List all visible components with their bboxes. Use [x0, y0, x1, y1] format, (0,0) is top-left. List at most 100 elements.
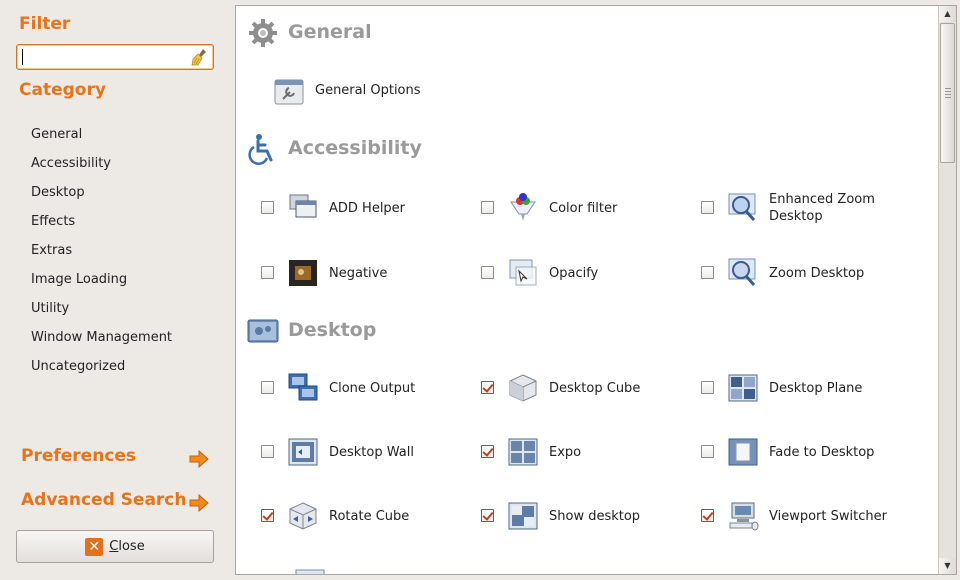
plugin-zoom-desktop[interactable]: Zoom Desktop — [701, 249, 921, 297]
plugin-add-helper[interactable]: ADD Helper — [261, 184, 481, 232]
plugin-desktop-cube[interactable]: Desktop Cube — [481, 364, 701, 412]
clear-broom-icon[interactable] — [191, 48, 209, 66]
negative-label: Negative — [329, 265, 388, 281]
expo-label: Expo — [549, 444, 582, 460]
expo-checkbox[interactable] — [481, 445, 494, 458]
show-desktop-label: Show desktop — [549, 508, 641, 524]
general-options-icon — [274, 79, 304, 105]
plugin-desktop-wall[interactable]: Desktop Wall — [261, 428, 481, 476]
plugin-show-desktop[interactable]: Show desktop — [481, 492, 701, 540]
plugin-enhanced-zoom-desktop[interactable]: Enhanced Zoom Desktop — [701, 184, 921, 232]
desktop-wall-icon — [288, 438, 318, 466]
desktop-wall-checkbox[interactable] — [261, 445, 274, 458]
clone-output-label: Clone Output — [329, 380, 416, 396]
plugin-viewport-switcher[interactable]: Viewport Switcher — [701, 492, 921, 540]
color-filter-icon — [510, 193, 536, 221]
color-filter-label: Color filter — [549, 200, 618, 216]
arrow-right-icon — [189, 494, 209, 512]
section-title: Desktop — [288, 319, 377, 341]
category-item-desktop[interactable]: Desktop — [31, 178, 172, 207]
negative-icon — [289, 260, 317, 286]
section-title: Accessibility — [288, 137, 422, 159]
sidebar: Filter Category General Accessibility Desk… — [0, 0, 232, 580]
viewport-switcher-icon — [729, 502, 759, 531]
plugin-panel: General General Options Accessibility AD… — [235, 5, 957, 575]
show-desktop-checkbox[interactable] — [481, 509, 494, 522]
viewport-switcher-label: Viewport Switcher — [769, 508, 887, 524]
plugin-negative[interactable]: Negative — [261, 249, 481, 297]
enhanced-zoom-icon — [728, 193, 756, 221]
filter-box[interactable] — [16, 44, 214, 70]
plugin-opacify[interactable]: Opacify — [481, 249, 701, 297]
category-item-utility[interactable]: Utility — [31, 294, 172, 323]
opacify-icon — [509, 259, 537, 286]
zoom-desktop-label: Zoom Desktop — [769, 265, 865, 281]
negative-checkbox[interactable] — [261, 266, 274, 279]
plugin-list: General General Options Accessibility AD… — [236, 6, 938, 574]
desktop-wall-label: Desktop Wall — [329, 444, 414, 460]
rotate-cube-icon — [289, 502, 317, 530]
enhanced-zoom-desktop-label: Enhanced Zoom Desktop — [769, 192, 875, 224]
scroll-up-button[interactable]: ▲ — [939, 6, 956, 22]
show-desktop-icon — [508, 502, 538, 530]
filter-heading: Filter — [19, 14, 71, 34]
add-helper-checkbox[interactable] — [261, 201, 274, 214]
scroll-down-button[interactable]: ▼ — [939, 558, 956, 574]
category-item-uncategorized[interactable]: Uncategorized — [31, 352, 172, 381]
wheelchair-icon — [248, 134, 273, 165]
desktop-icon — [247, 319, 279, 343]
general-options-item[interactable]: General Options — [273, 74, 473, 110]
category-list: General Accessibility Desktop Effects Extras… — [31, 120, 172, 381]
preferences-link[interactable]: Preferences — [21, 446, 213, 470]
category-item-general[interactable]: General — [31, 120, 172, 149]
category-item-extras[interactable]: Extras — [31, 236, 172, 265]
desktop-plane-label: Desktop Plane — [769, 380, 863, 396]
fade-to-desktop-label: Fade to Desktop — [769, 444, 875, 460]
text-cursor — [22, 49, 23, 65]
advanced-search-label: Advanced Search — [21, 490, 187, 510]
rotate-cube-checkbox[interactable] — [261, 509, 274, 522]
category-heading: Category — [19, 80, 106, 100]
clone-output-icon — [288, 373, 318, 401]
viewport-switcher-checkbox[interactable] — [701, 509, 714, 522]
add-helper-icon — [289, 194, 317, 218]
desktop-plane-checkbox[interactable] — [701, 381, 714, 394]
color-filter-checkbox[interactable] — [481, 201, 494, 214]
opacify-checkbox[interactable] — [481, 266, 494, 279]
category-item-window-management[interactable]: Window Management — [31, 323, 172, 352]
plugin-color-filter[interactable]: Color filter — [481, 184, 701, 232]
fade-to-desktop-icon — [728, 438, 758, 466]
plugin-clone-output[interactable]: Clone Output — [261, 364, 481, 412]
close-button[interactable]: ✕ Close — [16, 530, 214, 563]
desktop-cube-checkbox[interactable] — [481, 381, 494, 394]
add-helper-label: ADD Helper — [329, 200, 406, 216]
desktop-cube-icon — [509, 374, 537, 402]
gear-icon — [249, 19, 277, 47]
fade-to-desktop-checkbox[interactable] — [701, 445, 714, 458]
plugin-rotate-cube[interactable]: Rotate Cube — [261, 492, 481, 540]
preferences-label: Preferences — [21, 446, 137, 466]
general-options-label: General Options — [315, 83, 421, 98]
rotate-cube-label: Rotate Cube — [329, 508, 410, 524]
advanced-search-link[interactable]: Advanced Search — [21, 490, 213, 514]
filter-input[interactable] — [20, 47, 190, 67]
plugin-desktop-plane[interactable]: Desktop Plane — [701, 364, 921, 412]
category-item-effects[interactable]: Effects — [31, 207, 172, 236]
category-item-image-loading[interactable]: Image Loading — [31, 265, 172, 294]
section-title: General — [288, 21, 372, 43]
vertical-scrollbar[interactable]: ▲ ▼ — [938, 6, 956, 574]
close-icon: ✕ — [85, 537, 104, 556]
arrow-right-icon — [189, 450, 209, 468]
expo-icon — [508, 438, 538, 466]
scroll-thumb[interactable] — [940, 23, 955, 163]
partial-plugin-icon — [295, 569, 325, 574]
close-label: Close — [109, 539, 145, 554]
clone-output-checkbox[interactable] — [261, 381, 274, 394]
zoom-desktop-checkbox[interactable] — [701, 266, 714, 279]
plugin-expo[interactable]: Expo — [481, 428, 701, 476]
category-item-accessibility[interactable]: Accessibility — [31, 149, 172, 178]
opacify-label: Opacify — [549, 265, 599, 281]
desktop-plane-icon — [728, 374, 758, 402]
plugin-fade-to-desktop[interactable]: Fade to Desktop — [701, 428, 921, 476]
enhanced-zoom-desktop-checkbox[interactable] — [701, 201, 714, 214]
